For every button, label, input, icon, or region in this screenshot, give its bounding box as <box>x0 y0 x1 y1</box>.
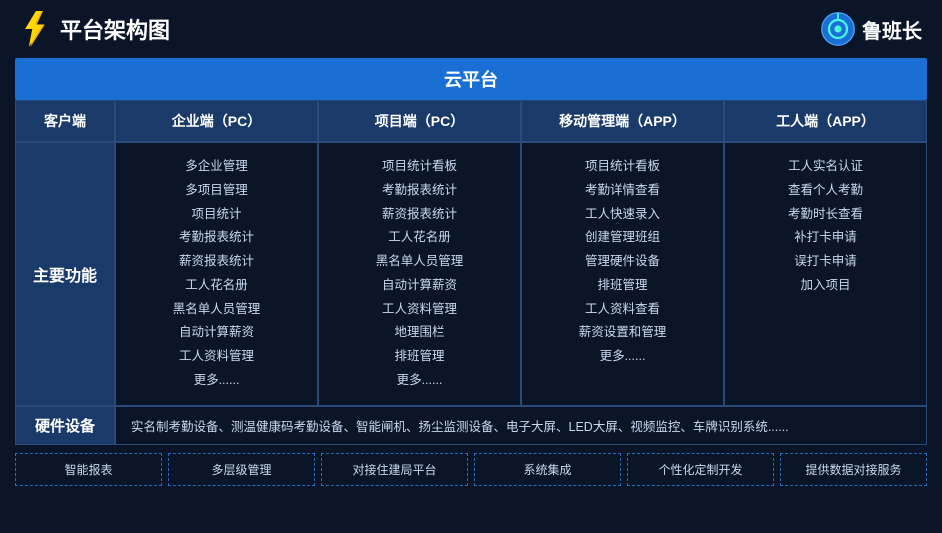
brand-name: 鲁班长 <box>862 15 922 44</box>
list-item: 多项目管理 <box>185 179 248 203</box>
list-item: 工人花名册 <box>388 226 451 250</box>
feature-item: 提供数据对接服务 <box>780 453 927 486</box>
col-client: 客户端 <box>15 101 115 142</box>
list-item: 查看个人考勤 <box>788 179 863 203</box>
features-row: 智能报表多层级管理对接住建局平台系统集成个性化定制开发提供数据对接服务 <box>15 453 927 486</box>
brand-icon <box>820 11 856 47</box>
list-item: 项目统计 <box>191 203 241 227</box>
list-item: 工人资料查看 <box>585 298 660 322</box>
list-item: 工人资料管理 <box>382 298 457 322</box>
list-item: 工人资料管理 <box>179 345 254 369</box>
list-item: 地理围栏 <box>394 321 444 345</box>
list-item: 自动计算薪资 <box>179 321 254 345</box>
mobile-cell: 项目统计看板考勤详情查看工人快速录入创建管理班组管理硬件设备排班管理工人资料查看… <box>521 142 724 406</box>
hardware-content: 实名制考勤设备、测温健康码考勤设备、智能闸机、扬尘监测设备、电子大屏、LED大屏… <box>115 406 927 445</box>
list-item: 管理硬件设备 <box>585 250 660 274</box>
col-enterprise: 企业端（PC） <box>115 101 318 142</box>
list-item: 项目统计看板 <box>382 155 457 179</box>
header: 平台架构图 鲁班长 <box>0 0 942 58</box>
brand-logo: 鲁班长 <box>820 11 922 47</box>
project-cell: 项目统计看板考勤报表统计薪资报表统计工人花名册黑名单人员管理自动计算薪资工人资料… <box>318 142 521 406</box>
list-item: 更多...... <box>397 369 443 393</box>
list-item: 排班管理 <box>597 274 647 298</box>
list-item: 工人实名认证 <box>788 155 863 179</box>
list-item: 考勤报表统计 <box>179 226 254 250</box>
list-item: 项目统计看板 <box>585 155 660 179</box>
header-left: 平台架构图 <box>20 11 170 47</box>
hardware-label: 硬件设备 <box>15 406 115 445</box>
list-item: 薪资报表统计 <box>179 250 254 274</box>
list-item: 多企业管理 <box>185 155 248 179</box>
list-item: 工人花名册 <box>185 274 248 298</box>
list-item: 黑名单人员管理 <box>173 298 261 322</box>
list-item: 黑名单人员管理 <box>376 250 464 274</box>
main-function-label: 主要功能 <box>15 142 115 406</box>
feature-item: 智能报表 <box>15 453 162 486</box>
main-content: 云平台 客户端 企业端（PC） 项目端（PC） 移动管理端（APP） 工人端（A… <box>15 58 927 486</box>
list-item: 薪资报表统计 <box>382 203 457 227</box>
list-item: 误打卡申请 <box>794 250 857 274</box>
enterprise-cell: 多企业管理多项目管理项目统计考勤报表统计薪资报表统计工人花名册黑名单人员管理自动… <box>115 142 318 406</box>
list-item: 工人快速录入 <box>585 203 660 227</box>
list-item: 更多...... <box>600 345 646 369</box>
page-title: 平台架构图 <box>60 13 170 45</box>
list-item: 自动计算薪资 <box>382 274 457 298</box>
main-function-row: 主要功能 多企业管理多项目管理项目统计考勤报表统计薪资报表统计工人花名册黑名单人… <box>15 142 927 406</box>
list-item: 考勤详情查看 <box>585 179 660 203</box>
cloud-platform-bar: 云平台 <box>15 58 927 100</box>
list-item: 加入项目 <box>800 274 850 298</box>
list-item: 薪资设置和管理 <box>579 321 667 345</box>
list-item: 考勤报表统计 <box>382 179 457 203</box>
feature-item: 系统集成 <box>474 453 621 486</box>
list-item: 考勤时长查看 <box>788 203 863 227</box>
list-item: 排班管理 <box>394 345 444 369</box>
worker-cell: 工人实名认证查看个人考勤考勤时长查看补打卡申请误打卡申请加入项目 <box>724 142 927 406</box>
list-item: 更多...... <box>194 369 240 393</box>
logo-icon <box>20 11 50 47</box>
hardware-row: 硬件设备 实名制考勤设备、测温健康码考勤设备、智能闸机、扬尘监测设备、电子大屏、… <box>15 406 927 445</box>
col-mobile: 移动管理端（APP） <box>521 101 724 142</box>
column-headers: 客户端 企业端（PC） 项目端（PC） 移动管理端（APP） 工人端（APP） <box>15 100 927 142</box>
feature-item: 个性化定制开发 <box>627 453 774 486</box>
feature-item: 多层级管理 <box>168 453 315 486</box>
col-project: 项目端（PC） <box>318 101 521 142</box>
list-item: 创建管理班组 <box>585 226 660 250</box>
list-item: 补打卡申请 <box>794 226 857 250</box>
col-worker: 工人端（APP） <box>724 101 927 142</box>
feature-item: 对接住建局平台 <box>321 453 468 486</box>
